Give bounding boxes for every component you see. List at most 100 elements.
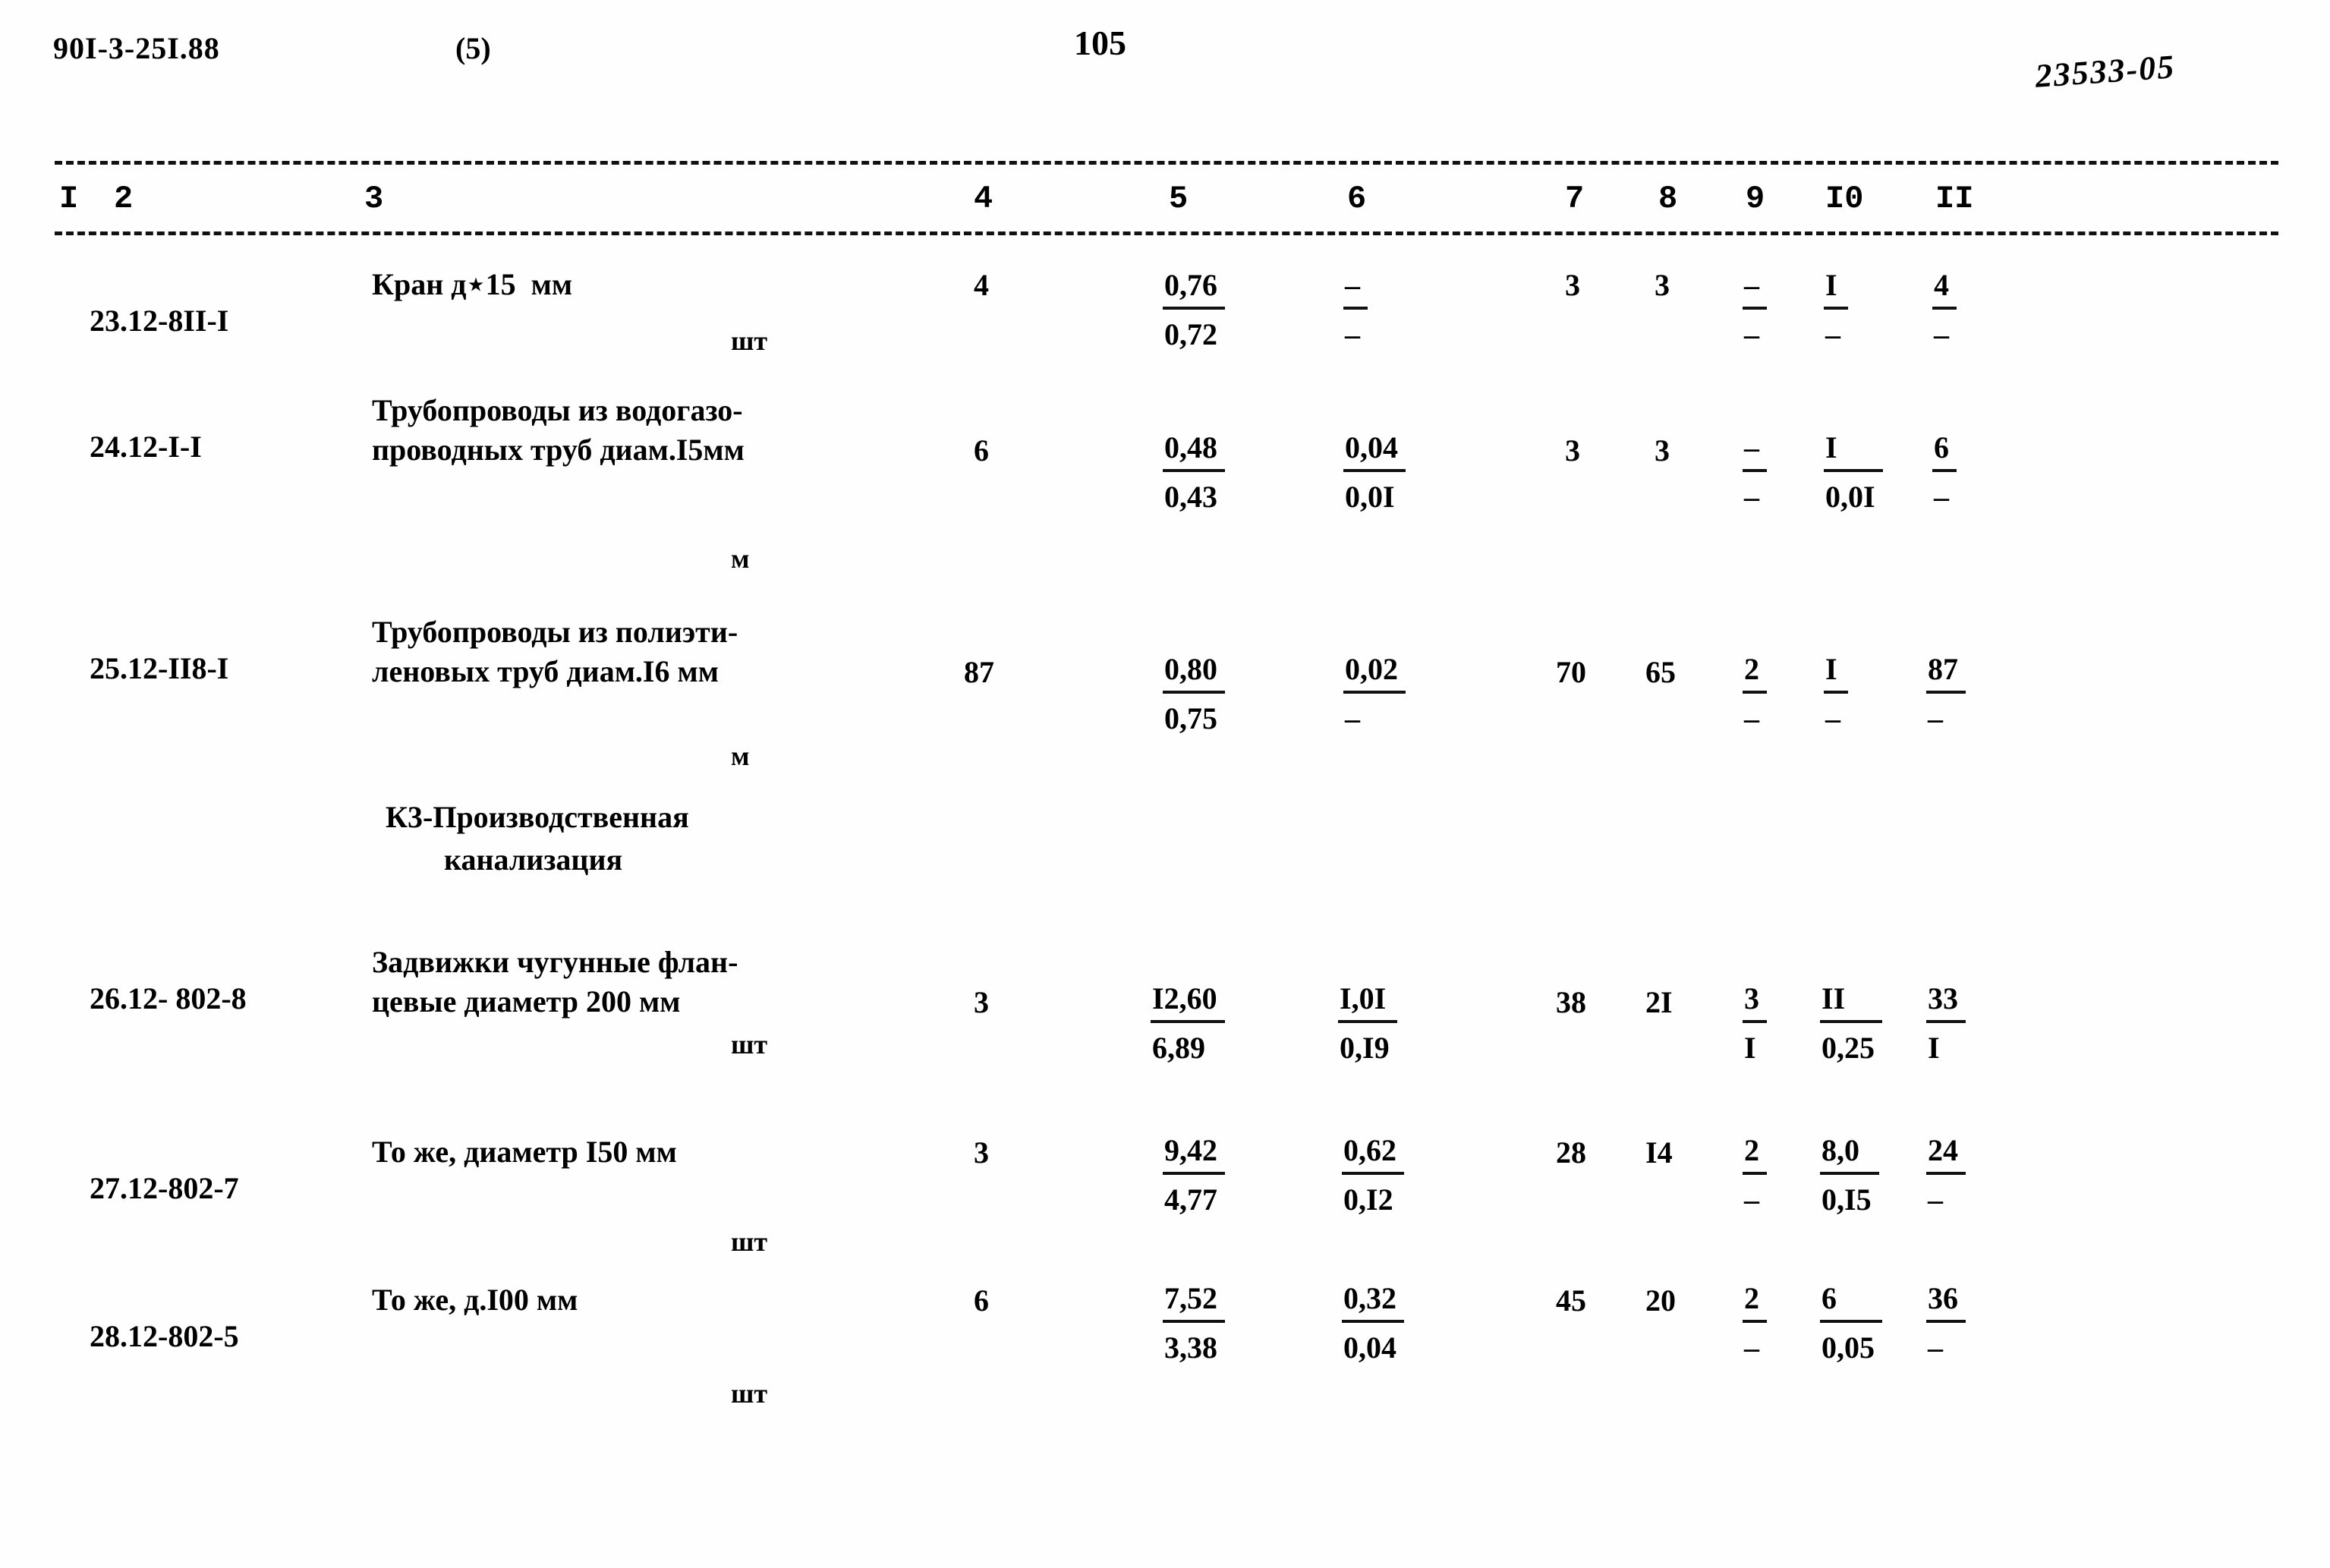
row-col9-values: 2 – xyxy=(1743,651,1767,736)
row-col11-values: 6 – xyxy=(1932,430,1957,515)
row-col6-bottom: – xyxy=(1345,317,1360,351)
row-col11-bottom: – xyxy=(1934,480,1949,514)
row-col10-bottom: 0,25 xyxy=(1821,1031,1875,1065)
table-row: 24.12-I-I xyxy=(59,393,202,500)
column-header-5: 5 xyxy=(1169,181,1189,217)
row-col9-bottom: – xyxy=(1744,480,1759,514)
table-row: 23.12-8II-I xyxy=(59,267,228,374)
row-col10-top: I xyxy=(1824,430,1883,472)
row-unit: м xyxy=(731,741,750,771)
table-row: 26.12- 802-8 xyxy=(59,945,247,1052)
row-col9-top: – xyxy=(1743,430,1767,472)
table-row: 25.12-II8-I xyxy=(59,615,228,722)
row-col9-bottom: – xyxy=(1744,317,1759,351)
row-number: 26. xyxy=(90,981,128,1015)
row-description-line1: Задвижки чугунные флан- xyxy=(372,945,738,979)
row-col11-values: 87 – xyxy=(1926,651,1966,736)
row-description-line1: То же, диаметр I50 мм xyxy=(372,1135,677,1169)
row-number: 23. xyxy=(90,304,128,338)
row-col6-values: I,0I 0,I9 xyxy=(1338,981,1397,1066)
column-header-9: 9 xyxy=(1746,181,1765,217)
column-header-2: 2 xyxy=(114,181,134,217)
row-col8-value: 20 xyxy=(1645,1283,1676,1318)
row-col6-values: 0,62 0,I2 xyxy=(1342,1132,1404,1217)
row-col10-bottom: – xyxy=(1825,317,1840,351)
row-col10-values: 6 0,05 xyxy=(1820,1280,1882,1365)
row-col6-top: 0,32 xyxy=(1342,1281,1404,1323)
row-col11-top: 6 xyxy=(1932,430,1957,472)
row-code: 12-802-5 xyxy=(128,1319,239,1353)
row-col5-values: 0,48 0,43 xyxy=(1163,430,1225,515)
row-unit: шт xyxy=(731,1378,768,1409)
row-col9-bottom: – xyxy=(1744,1330,1759,1365)
section-title-line1: К3-Производственная xyxy=(386,800,689,834)
row-col6-bottom: 0,I9 xyxy=(1340,1031,1390,1065)
row-description-line2: проводных труб диам.I5мм xyxy=(372,433,745,467)
row-code: 12-I-I xyxy=(128,430,202,464)
row-col4-value: 3 xyxy=(974,985,989,1019)
row-col5-values: 0,80 0,75 xyxy=(1163,651,1225,736)
column-header-6: 6 xyxy=(1347,181,1367,217)
row-col6-top: 0,62 xyxy=(1342,1133,1404,1175)
row-col11-bottom: – xyxy=(1928,1330,1943,1365)
document-code: 90I-3-25I.88 xyxy=(53,31,220,65)
row-col11-top: 4 xyxy=(1932,268,1957,310)
row-col11-bottom: – xyxy=(1928,701,1943,735)
row-col5-values: 9,42 4,77 xyxy=(1163,1132,1225,1217)
table-header-rule xyxy=(55,231,2278,235)
row-col9-bottom: I xyxy=(1744,1031,1756,1065)
row-col6-top: – xyxy=(1343,268,1368,310)
row-col6-bottom: 0,0I xyxy=(1345,480,1395,514)
row-col5-values: 0,76 0,72 xyxy=(1163,267,1225,352)
handwritten-annotation: 23533-05 xyxy=(2034,48,2177,95)
column-header-4: 4 xyxy=(974,181,993,217)
row-col9-values: – – xyxy=(1743,267,1767,352)
row-col10-bottom: 0,0I xyxy=(1825,480,1875,514)
row-col5-top: 0,76 xyxy=(1163,268,1225,310)
row-col11-top: 24 xyxy=(1926,1133,1966,1175)
table-top-rule xyxy=(55,161,2278,165)
row-col5-bottom: 0,75 xyxy=(1164,701,1217,735)
row-description-line1: Кран д⋆15 мм xyxy=(372,267,573,301)
row-unit: шт xyxy=(731,1029,768,1060)
row-code: 12- 802-8 xyxy=(128,981,247,1015)
row-col10-values: 8,0 0,I5 xyxy=(1820,1132,1879,1217)
row-col5-bottom: 3,38 xyxy=(1164,1330,1217,1365)
row-col8-value: 3 xyxy=(1655,268,1670,302)
row-col9-top: 3 xyxy=(1743,981,1767,1023)
row-col10-values: II 0,25 xyxy=(1820,981,1882,1066)
row-col5-bottom: 6,89 xyxy=(1152,1031,1205,1065)
row-unit: шт xyxy=(731,1226,768,1257)
row-col11-values: 4 – xyxy=(1932,267,1957,352)
page-number: 105 xyxy=(1074,24,1126,62)
row-col6-values: 0,02 – xyxy=(1343,651,1406,736)
row-col11-bottom: – xyxy=(1934,317,1949,351)
row-number: 28. xyxy=(90,1319,128,1353)
row-col9-values: 3 I xyxy=(1743,981,1767,1066)
column-header-3: 3 xyxy=(364,181,384,217)
row-col5-top: 7,52 xyxy=(1163,1281,1225,1323)
row-col4-value: 6 xyxy=(974,1283,989,1318)
row-col9-values: – – xyxy=(1743,430,1767,515)
row-col10-top: I xyxy=(1824,651,1848,694)
row-col9-bottom: – xyxy=(1744,701,1759,735)
row-col5-top: 0,80 xyxy=(1163,652,1225,694)
row-col5-top: 0,48 xyxy=(1163,430,1225,472)
section-title-line2: канализация xyxy=(444,842,623,877)
row-col10-top: 8,0 xyxy=(1820,1132,1879,1175)
row-col10-bottom: 0,I5 xyxy=(1821,1182,1872,1217)
row-description-line2: леновых труб диам.I6 мм xyxy=(372,654,719,688)
row-col11-bottom: I xyxy=(1928,1031,1940,1065)
table-row: 27.12-802-7 xyxy=(59,1135,239,1242)
row-number: 24. xyxy=(90,430,128,464)
row-code: 12-II8-I xyxy=(128,651,229,685)
row-col8-value: I4 xyxy=(1645,1135,1673,1170)
row-col5-bottom: 4,77 xyxy=(1164,1182,1217,1217)
row-col11-values: 36 – xyxy=(1926,1280,1966,1365)
row-description-line2: цевые диаметр 200 мм xyxy=(372,984,681,1019)
column-header-11: II xyxy=(1935,181,1974,217)
row-col4-value: 4 xyxy=(974,268,989,302)
row-col9-bottom: – xyxy=(1744,1182,1759,1217)
row-col4-value: 6 xyxy=(974,433,989,468)
row-col10-bottom: – xyxy=(1825,701,1840,735)
